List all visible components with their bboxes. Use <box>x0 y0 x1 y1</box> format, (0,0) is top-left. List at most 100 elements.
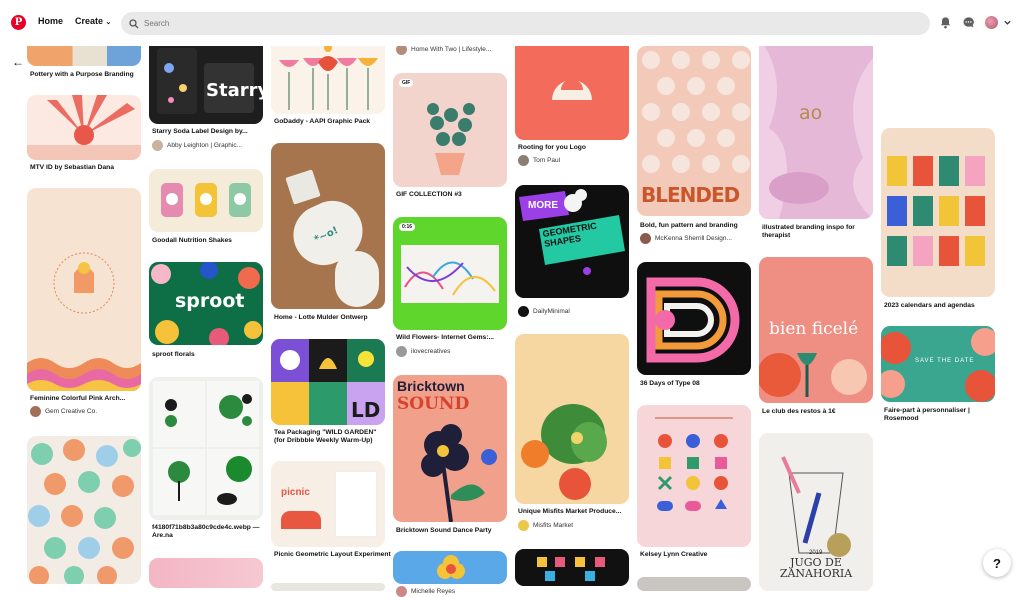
pin-image-text: JUGO DE ZANAHORIA <box>779 556 853 580</box>
pin-jugo-de-zanahoria[interactable]: 2019 JUGO DE ZANAHORIA <box>759 433 873 591</box>
video-duration-badge: 0:16 <box>399 223 416 231</box>
pin-gif-collection[interactable]: GIF <box>393 73 507 187</box>
pin-36-days-of-type[interactable] <box>637 262 751 375</box>
pin-caption: Kelsey Lynn Creative <box>640 551 708 558</box>
pin-image-text: BLENDED <box>641 183 740 207</box>
pin-user[interactable]: DailyMinimal <box>518 306 570 317</box>
back-arrow-icon[interactable]: ← <box>9 53 27 71</box>
pin-image <box>887 156 985 266</box>
svg-text:Starry: Starry <box>206 80 263 101</box>
pin-image-text: ao <box>799 102 823 124</box>
pin-image <box>335 471 377 537</box>
pin-user[interactable]: Gem Creative Co. <box>30 406 97 417</box>
pin-caption: MTV ID by Sebastian Dana <box>30 164 114 171</box>
help-button[interactable]: ? <box>983 549 1011 577</box>
pin-pink-poster[interactable] <box>149 558 263 588</box>
user-avatar <box>30 406 41 417</box>
pin-caption: Feminine Colorful Pink Arch... <box>30 395 126 402</box>
user-avatar <box>518 155 529 166</box>
pin-caption: Home - Lotte Mulder Ontwerp <box>274 314 368 321</box>
pin-image <box>759 38 873 219</box>
pin-user[interactable]: McKenna Sherrill Design... <box>640 233 732 244</box>
pin-image <box>881 328 995 402</box>
pin-wild-flowers[interactable]: 0:16 <box>393 217 507 330</box>
pin-starry-soda[interactable]: Starry <box>149 38 263 124</box>
accounts-chevron-icon[interactable] <box>1003 16 1012 29</box>
pin-image <box>401 245 499 303</box>
pin-functionality[interactable] <box>271 583 385 591</box>
pin-caption: f4180f71b8b3a80c9cde4c.webp — Are.na <box>152 524 260 539</box>
pin-image-text: picnic <box>281 487 310 498</box>
pin-icons-grid[interactable] <box>515 549 629 586</box>
user-name: ilovecreatives <box>411 348 451 355</box>
pin-caption: Goodall Nutrition Shakes <box>152 237 232 244</box>
pin-michelle-reyes[interactable] <box>393 551 507 584</box>
pin-rooting-for-you[interactable] <box>515 38 629 140</box>
svg-text:LD: LD <box>351 398 380 422</box>
pin-image <box>279 44 378 110</box>
pin-image <box>655 417 733 511</box>
pin-godaddy-aapi[interactable] <box>271 38 385 114</box>
pin-pattern-circles[interactable] <box>27 436 141 584</box>
user-avatar <box>396 586 407 597</box>
pin-2023-calendars[interactable] <box>881 128 995 297</box>
pin-caption: 2023 calendars and agendas <box>884 302 975 309</box>
pin-image <box>281 511 321 529</box>
pin-image <box>27 95 141 160</box>
pin-image-text: bien ficelé <box>769 319 859 339</box>
pinterest-logo[interactable]: P <box>11 15 26 30</box>
pin-caption: illustrated branding inspo for therapist <box>762 224 855 239</box>
home-tab[interactable]: Home <box>38 16 63 26</box>
pin-mtv-id[interactable] <box>27 95 141 160</box>
pin-image-text: SAVE THE DATE <box>915 358 975 364</box>
pin-image-text: SOUND <box>397 394 470 414</box>
pin-image-text: Bricktown <box>397 378 465 394</box>
user-avatar <box>396 346 407 357</box>
pin-caption: Tea Packaging "WILD GARDEN" (for Dribbbl… <box>274 429 377 444</box>
pin-image <box>427 103 475 175</box>
pin-user[interactable]: Michelle Reyes <box>396 586 455 597</box>
pin-wild-garden[interactable]: LD <box>271 339 385 425</box>
pin-caption: GIF COLLECTION #3 <box>396 191 462 198</box>
pin-kelsey-lynn[interactable] <box>637 405 751 547</box>
pin-bien-ficele[interactable]: bien ficelé <box>759 257 873 403</box>
pin-caption: 36 Days of Type 08 <box>640 380 700 387</box>
logo-letter: P <box>14 17 23 28</box>
create-menu-button[interactable]: Create ⌄ <box>75 16 111 26</box>
pin-lotte-mulder[interactable]: *~o! <box>271 143 385 309</box>
pin-sproot-florals[interactable]: sproot <box>149 262 263 345</box>
pin-caption: Rooting for you Logo <box>518 144 586 151</box>
pin-caption: Bold, fun pattern and branding <box>640 222 738 229</box>
user-name: Tom Paul <box>533 157 561 164</box>
pin-image <box>646 277 740 363</box>
pin-caption: Wild Flowers- Internet Gems:... <box>396 334 495 341</box>
bell-icon[interactable] <box>939 16 952 29</box>
pin-bricktown-sound[interactable]: Bricktown SOUND <box>393 375 507 522</box>
pin-designer-card[interactable] <box>637 577 751 591</box>
pin-picnic-layout[interactable]: picnic <box>271 461 385 547</box>
user-name: Misfits Market <box>533 522 574 529</box>
pin-cubicle-ceo[interactable] <box>27 188 141 391</box>
profile-avatar[interactable] <box>985 16 998 29</box>
pin-blended-pattern[interactable]: BLENDED <box>637 46 751 216</box>
pin-image <box>28 439 141 584</box>
user-name: McKenna Sherrill Design... <box>655 235 732 242</box>
pin-user[interactable]: Abby Leighton | Graphic... <box>152 140 242 151</box>
pin-user[interactable]: Misfits Market <box>518 520 573 531</box>
search-bar[interactable]: Search <box>121 12 930 35</box>
pin-arena-illustration[interactable] <box>149 377 263 520</box>
pin-user[interactable]: ilovecreatives <box>396 346 450 357</box>
pin-image-text: sproot <box>175 290 245 312</box>
pin-therapist-branding[interactable]: ao <box>759 38 873 219</box>
pin-geometric-shapes[interactable]: MORE GEOMETRIC SHAPES <box>515 185 629 298</box>
pin-image <box>437 555 465 579</box>
messages-icon[interactable] <box>962 16 975 29</box>
pin-caption: Unique Misfits Market Produce... <box>518 508 622 515</box>
search-input[interactable]: Search <box>144 19 169 28</box>
user-name: DailyMinimal <box>533 308 570 315</box>
pin-user[interactable]: Tom Paul <box>518 155 560 166</box>
pin-goodall-shakes[interactable] <box>149 169 263 232</box>
pin-save-the-date[interactable]: SAVE THE DATE <box>881 326 995 402</box>
pin-misfits-market[interactable] <box>515 334 629 504</box>
user-name: Michelle Reyes <box>411 588 456 595</box>
